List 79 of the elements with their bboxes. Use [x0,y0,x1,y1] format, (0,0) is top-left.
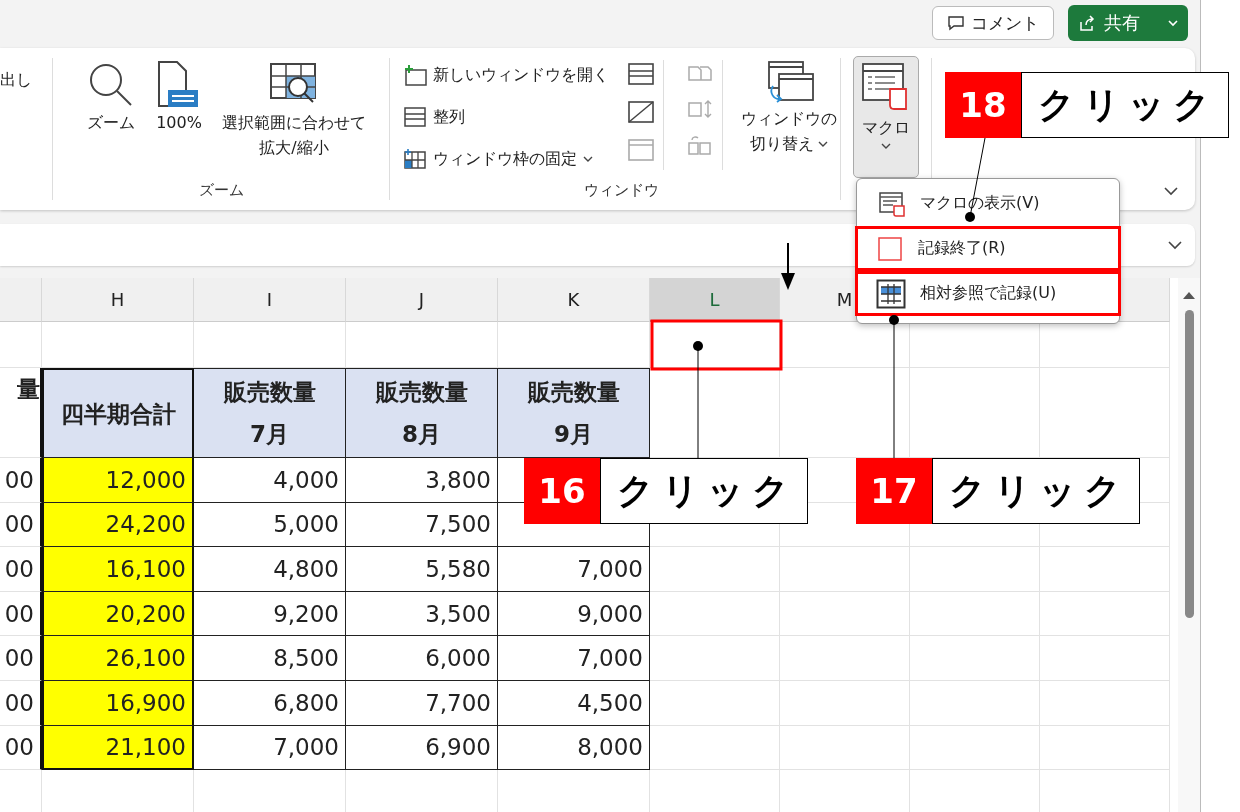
table-cell: 7,000 [498,636,650,681]
scrollbar-thumb[interactable] [1184,310,1194,618]
ribbon-button[interactable]: ウィンドウ枠の固定 [399,140,613,178]
ribbon-button[interactable]: 整列 [399,98,613,136]
table-cell: 26,100 [42,636,194,681]
caret-icon [583,155,593,163]
table-cell: 21,100 [42,725,194,771]
table-cell: 16,900 [42,680,194,726]
comment-button[interactable]: コメント [932,6,1054,40]
table-cell: 6,800 [194,680,346,726]
header-cell: 販売数量 8月 [346,368,498,458]
table-cell: 3,800 [346,458,498,503]
speech-bubble-icon [947,15,965,31]
table-cell: 7,000 [194,725,346,771]
step-number: 16 [524,458,600,524]
table-cell: 3,500 [346,591,498,637]
table-cell: 24,200 [42,502,194,548]
unhide-icon[interactable] [627,138,655,162]
step-number: 17 [856,458,932,524]
share-icon [1078,14,1096,32]
caret-icon [880,142,892,150]
macro-button[interactable]: マクロ [853,56,919,178]
step-number: 18 [945,72,1021,138]
menu-item[interactable]: 記録終了(R) [855,226,1121,271]
new-window-icon [403,64,427,86]
column-header[interactable]: K [498,278,650,322]
split-icon[interactable] [627,62,655,86]
table-cell: 8,500 [194,636,346,681]
column-header[interactable]: L [650,278,780,322]
column-header[interactable]: J [346,278,498,322]
table-cell: 9,200 [194,591,346,637]
ribbon-button[interactable]: 新しいウィンドウを開く [399,56,613,94]
table-cell: 7,500 [346,502,498,548]
caret-icon [816,139,829,148]
table-cell: 4,800 [194,547,346,592]
ribbon-button[interactable]: 100% [148,56,210,139]
switch-windows-button[interactable]: ウィンドウの 切り替え [735,56,843,160]
grid-icon [876,278,906,309]
column-header[interactable]: H [42,278,194,322]
header-cell: 四半期合計 [42,368,194,458]
table-cell: 4,500 [498,680,650,726]
table-cell: 20,200 [42,591,194,637]
header-cell: 販売数量 7月 [194,368,346,458]
caret-icon [1168,19,1178,27]
freeze-panes-icon [403,148,427,170]
table-cell: 7,000 [498,547,650,592]
ribbon-button[interactable]: ズーム [80,56,142,139]
table-cell: 12,000 [42,458,194,503]
table-cell: 7,700 [346,680,498,726]
share-button[interactable]: 共有 [1068,5,1188,41]
scroll-up-icon[interactable] [1182,290,1196,300]
table-cell: 4,000 [194,458,346,503]
menu-item[interactable]: 相対参照で記録(U) [855,271,1121,316]
group-label: ウィンドウ [583,181,659,201]
hide-icon[interactable] [627,100,655,124]
table-cell: 16,100 [42,547,194,592]
callout-label: クリック [600,458,808,524]
vertical-scrollbar[interactable] [1178,278,1200,812]
reset-position-icon[interactable] [686,134,714,156]
callout-label: クリック [1021,72,1229,138]
ribbon-label: 出し [0,70,32,89]
stop-icon [876,234,904,263]
table-cell: 9,000 [498,591,650,637]
table-cell: 8,000 [498,725,650,771]
down-arrow [781,242,795,290]
group-label: ズーム [198,181,244,201]
expand-icon[interactable] [1167,240,1183,250]
column-header[interactable]: I [194,278,346,322]
table-cell: 5,580 [346,547,498,592]
collapse-ribbon-icon[interactable] [1163,186,1179,196]
arrange-icon [403,106,427,128]
callout-label: クリック [932,458,1140,524]
table-cell: 6,000 [346,636,498,681]
table-cell: 5,000 [194,502,346,548]
table-cell: 6,900 [346,725,498,771]
macro-icon [878,189,906,218]
sync-scroll-icon[interactable] [686,98,714,120]
ribbon-button[interactable]: 選択範囲に合わせて 拡大/縮小 [216,56,372,164]
header-cell: 販売数量 9月 [498,368,650,458]
